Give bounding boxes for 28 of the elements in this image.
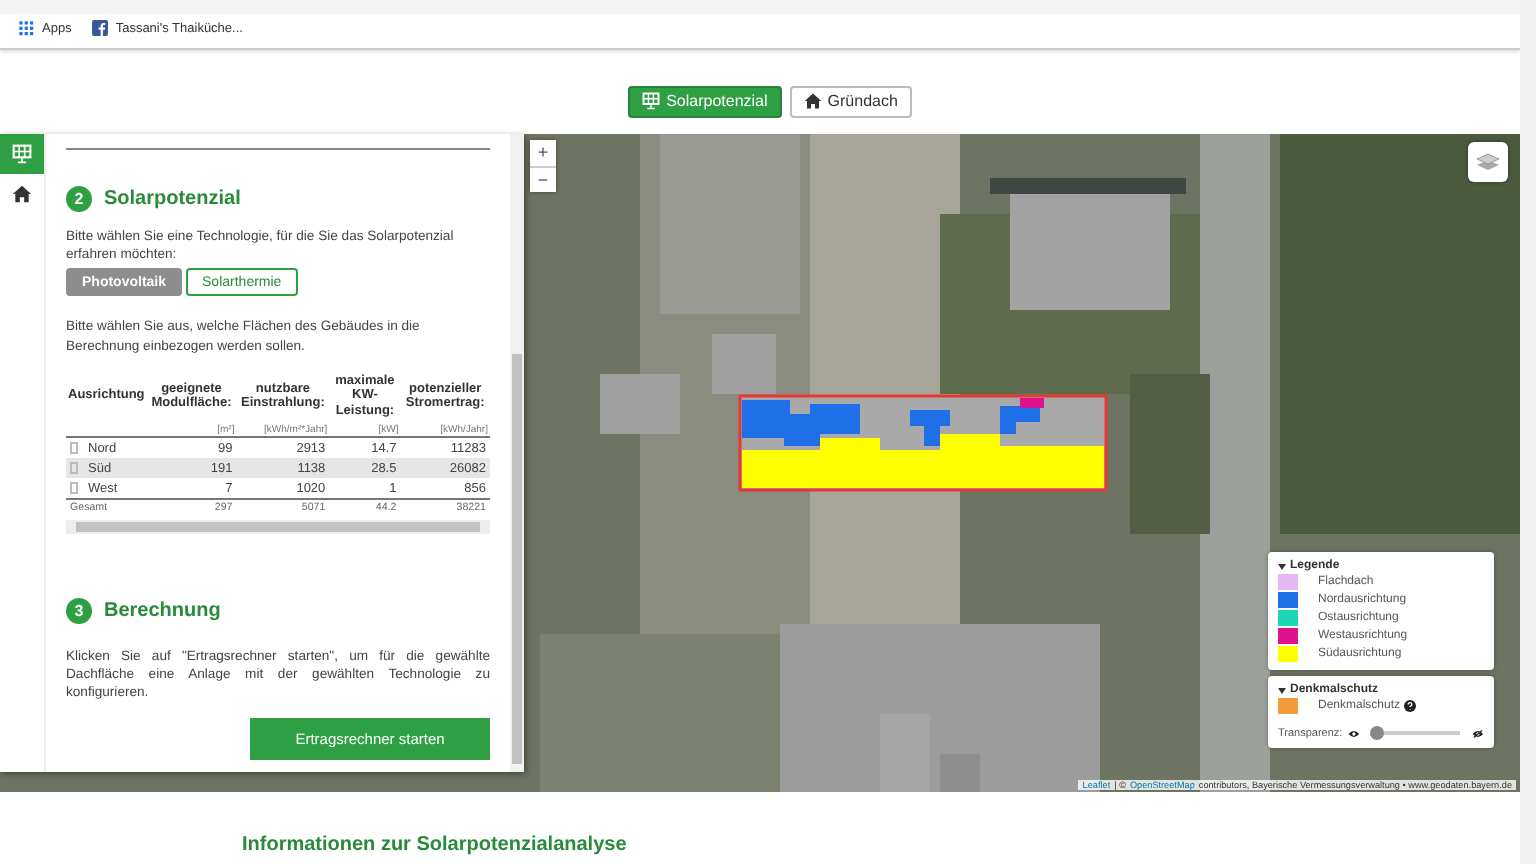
roof-overlay-drawing[interactable] xyxy=(738,394,1108,492)
section-heading: Informationen zur Solarpotenzialanalyse xyxy=(242,834,629,856)
table-scrollbar[interactable] xyxy=(66,520,490,535)
step-number: 3 xyxy=(66,598,92,625)
home-icon xyxy=(12,184,32,204)
apps-grid-icon xyxy=(18,20,34,36)
solar-panel-icon xyxy=(12,144,32,164)
facebook-icon xyxy=(91,20,108,36)
row-checkbox[interactable] xyxy=(70,441,78,454)
row-checkbox[interactable] xyxy=(70,461,78,474)
layers-icon xyxy=(1476,152,1500,172)
section-title: Berechnung xyxy=(104,600,221,623)
zoom-in-button[interactable]: + xyxy=(530,140,556,166)
transparency-slider[interactable] xyxy=(1372,726,1461,740)
step-number: 2 xyxy=(66,186,92,212)
row-checkbox[interactable] xyxy=(70,481,78,494)
eye-icon[interactable] xyxy=(1348,727,1361,739)
home-icon xyxy=(803,92,822,110)
page-scrollbar[interactable] xyxy=(1520,0,1536,864)
zoom-out-button[interactable]: − xyxy=(530,166,556,192)
panel-scrollbar[interactable] xyxy=(510,134,524,772)
eye-slash-icon[interactable] xyxy=(1472,727,1484,739)
solar-panel-icon xyxy=(642,92,661,110)
section-title: Solarpotenzial xyxy=(104,188,241,210)
slider-thumb[interactable] xyxy=(1369,726,1384,740)
layers-button[interactable] xyxy=(1468,142,1508,182)
gruendach-button[interactable]: Gründach xyxy=(789,85,912,117)
help-icon[interactable] xyxy=(1404,700,1417,712)
